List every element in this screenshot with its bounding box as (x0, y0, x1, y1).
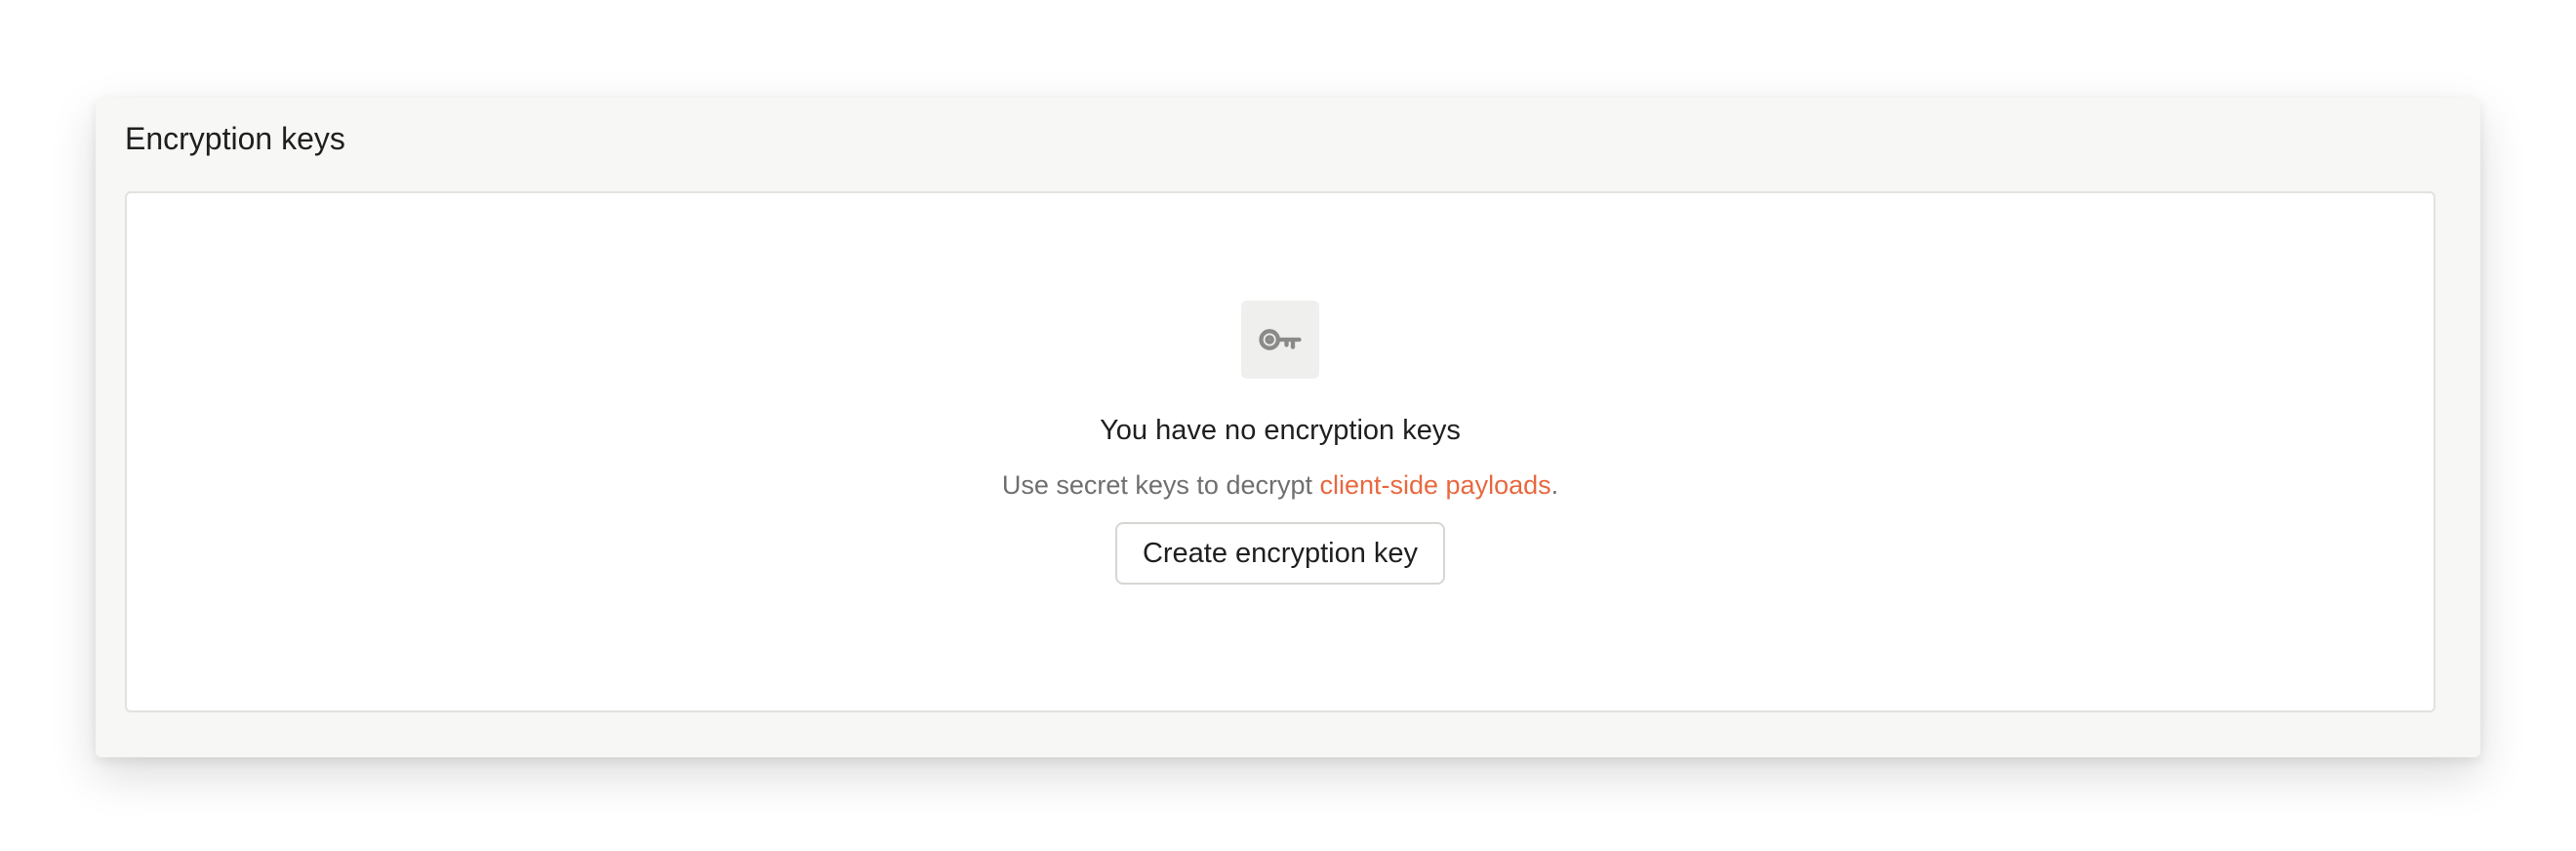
empty-state: You have no encryption keys Use secret k… (127, 301, 2434, 585)
key-icon (1259, 329, 1302, 350)
panel-title: Encryption keys (125, 121, 345, 156)
empty-state-title: You have no encryption keys (1100, 415, 1461, 446)
empty-state-description: Use secret keys to decrypt client-side p… (1002, 467, 1558, 503)
description-period: . (1550, 470, 1559, 500)
create-encryption-key-button[interactable]: Create encryption key (1114, 522, 1446, 585)
encryption-keys-panel: Encryption keys You have no encryption k… (96, 98, 2480, 757)
client-side-payloads-link[interactable]: client-side payloads (1319, 470, 1550, 500)
encryption-keys-card: You have no encryption keys Use secret k… (125, 191, 2435, 712)
description-text: Use secret keys to decrypt (1001, 470, 1320, 500)
icon-container (1241, 301, 1319, 379)
